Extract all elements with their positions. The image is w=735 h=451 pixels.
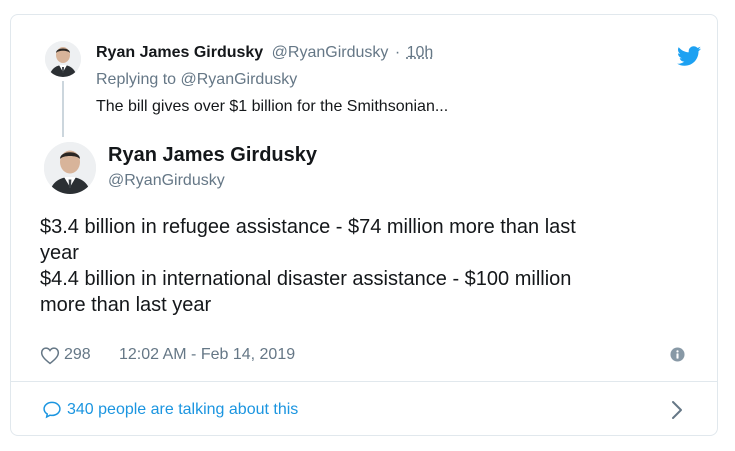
parent-author-name[interactable]: Ryan James Girdusky <box>96 44 263 61</box>
parent-tweet-text: The bill gives over $1 billion for the S… <box>96 98 449 115</box>
author-handle[interactable]: @RyanGirdusky <box>108 171 225 191</box>
chevron-right-icon[interactable] <box>671 400 683 420</box>
talking-count-text[interactable]: 340 people are talking about this <box>67 400 298 420</box>
tweet-text: $3.4 billion in refugee assistance - $74… <box>40 214 576 318</box>
twitter-bird-icon[interactable] <box>677 46 701 68</box>
info-icon[interactable] <box>670 347 685 362</box>
author-name[interactable]: Ryan James Girdusky <box>108 143 317 167</box>
tweet-text-line: year <box>40 242 79 264</box>
parent-avatar[interactable] <box>45 41 81 77</box>
like-count[interactable]: 298 <box>64 345 91 365</box>
thread-line <box>62 81 64 137</box>
heart-icon[interactable] <box>40 346 60 365</box>
author-avatar[interactable] <box>44 142 96 194</box>
conversation-link[interactable]: 340 people are talking about this <box>11 382 717 435</box>
parent-header: Ryan James Girdusky @RyanGirdusky · 10h <box>96 43 433 63</box>
comment-bubble-icon <box>42 400 62 419</box>
parent-author-handle[interactable]: @RyanGirdusky <box>272 44 389 61</box>
embedded-tweet-card: Ryan James Girdusky @RyanGirdusky · 10h … <box>10 14 718 436</box>
replying-to-line[interactable]: Replying to @RyanGirdusky <box>96 70 297 90</box>
tweet-text-line: more than last year <box>40 294 212 316</box>
parent-time-link[interactable]: 10h <box>407 44 434 61</box>
tweet-text-line: $4.4 billion in international disaster a… <box>40 268 572 290</box>
tweet-text-line: $3.4 billion in refugee assistance - $74… <box>40 216 576 238</box>
tweet-timestamp[interactable]: 12:02 AM - Feb 14, 2019 <box>119 345 295 365</box>
parent-separator: · <box>394 44 401 61</box>
